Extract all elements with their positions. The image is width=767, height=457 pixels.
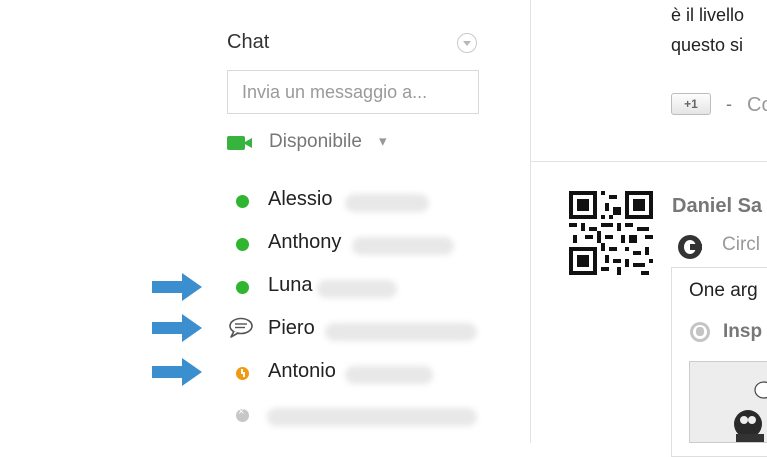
blurred-surname xyxy=(345,366,433,384)
comment-link[interactable]: Co xyxy=(747,94,767,117)
globe-icon xyxy=(690,322,710,342)
arrow-right-icon xyxy=(152,358,202,386)
blurred-surname xyxy=(345,194,429,212)
online-status-icon xyxy=(236,195,249,208)
contact-luna[interactable]: Luna xyxy=(227,272,487,302)
shared-link-title[interactable]: Insp xyxy=(723,321,762,343)
blurred-surname xyxy=(325,323,477,341)
circle-label[interactable]: Circl xyxy=(722,234,760,256)
post-author[interactable]: Daniel Sa xyxy=(672,195,762,218)
chat-options-button[interactable] xyxy=(457,33,477,53)
post-text-line: è il livello xyxy=(671,5,745,25)
chat-bubble-icon xyxy=(229,317,253,338)
status-caret-icon: ▾ xyxy=(379,133,387,150)
contact-name: Anthony xyxy=(268,231,342,253)
idle-status-icon xyxy=(236,367,249,380)
plus-one-button[interactable]: +1 xyxy=(671,93,711,115)
chat-search-input[interactable] xyxy=(227,70,479,114)
chat-title: Chat xyxy=(227,31,270,53)
comic-figure-icon xyxy=(690,362,767,442)
blurred-surname xyxy=(352,237,454,255)
status-label: Disponibile xyxy=(269,131,362,152)
post-divider xyxy=(531,161,767,162)
circles-icon xyxy=(678,235,702,259)
video-camera-icon xyxy=(227,136,252,150)
post-text-line: questo si xyxy=(671,35,744,55)
column-divider xyxy=(530,0,531,443)
separator: - xyxy=(726,94,732,114)
contact-name: Piero xyxy=(268,317,315,339)
blurred-surname xyxy=(317,280,397,298)
shared-post-text: One arg xyxy=(689,280,758,301)
contact-name: Luna xyxy=(268,274,313,296)
qr-code-avatar[interactable] xyxy=(569,191,653,275)
blurred-name xyxy=(267,408,477,426)
contact-piero[interactable]: Piero xyxy=(227,315,487,345)
contact-anthony[interactable]: Anthony xyxy=(227,229,487,259)
online-status-icon xyxy=(236,238,249,251)
contact-alessio[interactable]: Alessio xyxy=(227,186,487,216)
shared-image-thumbnail[interactable] xyxy=(689,361,767,443)
contact-offline[interactable] xyxy=(227,400,487,430)
online-status-icon xyxy=(236,281,249,294)
contact-antonio[interactable]: Antonio xyxy=(227,358,487,388)
arrow-right-icon xyxy=(152,273,202,301)
contact-name: Alessio xyxy=(268,188,333,210)
arrow-right-icon xyxy=(152,314,202,342)
offline-status-icon xyxy=(236,406,249,422)
contact-name: Antonio xyxy=(268,360,336,382)
